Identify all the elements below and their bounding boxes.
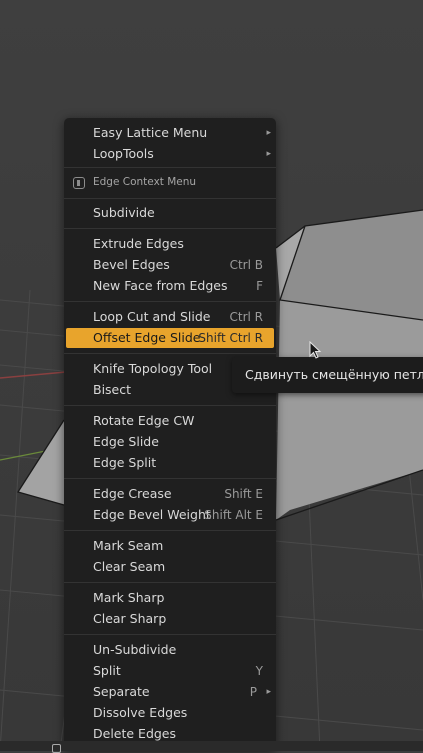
menu-item-shortcut: Shift E: [224, 487, 263, 501]
menu-item-label: Mark Sharp: [93, 590, 165, 605]
menu-item-shortcut: Y: [255, 664, 263, 678]
menu-item-easy-lattice[interactable]: Easy Lattice Menu ▸: [66, 123, 274, 143]
menu-item-new-face[interactable]: New Face from Edges F: [66, 276, 274, 296]
menu-item-subdivide[interactable]: Subdivide: [66, 203, 274, 223]
menu-item-label: Split: [93, 663, 121, 678]
menu-item-label: Easy Lattice Menu: [93, 125, 208, 140]
menu-item-extrude-edges[interactable]: Extrude Edges: [66, 234, 274, 254]
menu-item-label: Extrude Edges: [93, 236, 184, 251]
menu-item-label: Un-Subdivide: [93, 642, 177, 657]
menu-item-shortcut: Shift Alt E: [204, 508, 263, 522]
menu-item-un-subdivide[interactable]: Un-Subdivide: [66, 640, 274, 660]
menu-item-edge-bevel-weight[interactable]: Edge Bevel Weight Shift Alt E: [66, 505, 274, 525]
menu-item-label: Offset Edge Slide: [93, 330, 201, 345]
menu-item-label: Mark Seam: [93, 538, 164, 553]
menu-header: Edge Context Menu: [66, 172, 274, 192]
menu-item-loop-cut[interactable]: Loop Cut and Slide Ctrl R: [66, 307, 274, 327]
menu-item-shortcut: F: [256, 279, 263, 293]
menu-item-label: Subdivide: [93, 205, 155, 220]
menu-item-label: Rotate Edge CW: [93, 413, 195, 428]
status-bar: [0, 741, 423, 753]
menu-separator: [64, 198, 276, 199]
menu-item-mark-seam[interactable]: Mark Seam: [66, 536, 274, 556]
menu-item-label: LoopTools: [93, 146, 154, 161]
menu-item-shortcut: Ctrl B: [229, 258, 263, 272]
menu-item-split[interactable]: Split Y: [66, 661, 274, 681]
menu-separator: [64, 478, 276, 479]
menu-item-label: Clear Sharp: [93, 611, 167, 626]
status-icon: [52, 744, 61, 753]
chevron-right-icon: ▸: [266, 128, 271, 138]
tooltip: Сдвинуть смещённую петлю: [232, 357, 423, 393]
menu-item-offset-edge-slide[interactable]: Offset Edge Slide Shift Ctrl R: [66, 328, 274, 348]
menu-item-clear-seam[interactable]: Clear Seam: [66, 557, 274, 577]
menu-separator: [64, 582, 276, 583]
menu-item-label: Bevel Edges: [93, 257, 170, 272]
menu-separator: [64, 353, 276, 354]
menu-item-edge-crease[interactable]: Edge Crease Shift E: [66, 484, 274, 504]
edge-menu-icon: [73, 177, 85, 189]
menu-item-looptools[interactable]: LoopTools ▸: [66, 144, 274, 164]
menu-item-shortcut: Ctrl R: [229, 310, 263, 324]
menu-item-shortcut: P: [249, 685, 257, 699]
menu-item-bevel-edges[interactable]: Bevel Edges Ctrl B: [66, 255, 274, 275]
menu-separator: [64, 228, 276, 229]
menu-separator: [64, 405, 276, 406]
menu-separator: [64, 634, 276, 635]
menu-item-edge-slide[interactable]: Edge Slide: [66, 432, 274, 452]
menu-separator: [64, 167, 276, 168]
menu-item-label: Separate: [93, 684, 150, 699]
menu-item-label: Edge Slide: [93, 434, 159, 449]
menu-item-label: Edge Crease: [93, 486, 172, 501]
menu-item-label: Edge Bevel Weight: [93, 507, 211, 522]
menu-item-shortcut: Shift Ctrl R: [198, 331, 263, 345]
menu-item-label: Loop Cut and Slide: [93, 309, 211, 324]
menu-item-label: Edge Split: [93, 455, 157, 470]
chevron-right-icon: ▸: [266, 149, 271, 159]
menu-item-label: Bisect: [93, 382, 132, 397]
menu-item-label: New Face from Edges: [93, 278, 228, 293]
chevron-right-icon: ▸: [266, 687, 271, 697]
menu-item-separate[interactable]: Separate P ▸: [66, 682, 274, 702]
mouse-pointer-icon: [309, 341, 322, 359]
menu-separator: [64, 301, 276, 302]
menu-item-label: Clear Seam: [93, 559, 166, 574]
menu-item-clear-sharp[interactable]: Clear Sharp: [66, 609, 274, 629]
menu-item-label: Dissolve Edges: [93, 705, 188, 720]
edge-context-menu[interactable]: Easy Lattice Menu ▸ LoopTools ▸ Edge Context…: [64, 118, 276, 750]
menu-item-rotate-edge-cw[interactable]: Rotate Edge CW: [66, 411, 274, 431]
menu-header-label: Edge Context Menu: [93, 176, 197, 188]
menu-item-mark-sharp[interactable]: Mark Sharp: [66, 588, 274, 608]
menu-item-dissolve-edges[interactable]: Dissolve Edges: [66, 703, 274, 723]
menu-separator: [64, 530, 276, 531]
menu-item-edge-split[interactable]: Edge Split: [66, 453, 274, 473]
tooltip-text: Сдвинуть смещённую петлю: [245, 367, 423, 382]
menu-item-label: Knife Topology Tool: [93, 361, 213, 376]
